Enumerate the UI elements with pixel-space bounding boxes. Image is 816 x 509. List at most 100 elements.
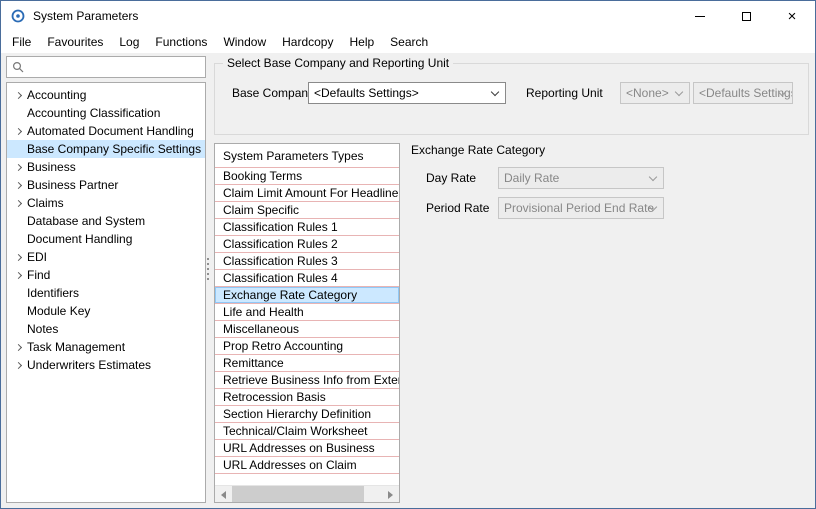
close-button[interactable]: × xyxy=(769,1,815,31)
expand-chevron-icon[interactable] xyxy=(10,273,27,278)
content-area: Accounting Accounting Classification Aut… xyxy=(1,53,815,508)
tree-item[interactable]: Database and System xyxy=(7,212,205,230)
list-header: System Parameters Types xyxy=(215,144,399,168)
menu-item[interactable]: File xyxy=(4,33,39,51)
tree-item[interactable]: Base Company Specific Settings xyxy=(7,140,205,158)
list-item-label: Life and Health xyxy=(223,305,304,319)
scroll-right-button[interactable] xyxy=(382,486,399,503)
list-item[interactable]: Retrieve Business Info from External xyxy=(215,372,399,389)
menubar: File Favourites Log Functions Window Har… xyxy=(1,31,815,53)
list-item[interactable]: Classification Rules 3 xyxy=(215,253,399,270)
tree-item[interactable]: Identifiers xyxy=(7,284,205,302)
base-company-label: Base Company xyxy=(232,82,314,104)
list-item[interactable]: Technical/Claim Worksheet xyxy=(215,423,399,440)
expand-chevron-icon[interactable] xyxy=(10,363,27,368)
menu-item[interactable]: Favourites xyxy=(39,33,111,51)
tree-item[interactable]: Business xyxy=(7,158,205,176)
expand-chevron-icon[interactable] xyxy=(10,291,27,296)
expand-chevron-icon[interactable] xyxy=(10,183,27,188)
tree-item[interactable]: Underwriters Estimates xyxy=(7,356,205,374)
menu-item[interactable]: Hardcopy xyxy=(274,33,341,51)
tree-item[interactable]: Accounting xyxy=(7,86,205,104)
base-company-groupbox: Select Base Company and Reporting Unit B… xyxy=(214,63,809,135)
list-item[interactable]: Life and Health xyxy=(215,304,399,321)
tree-item[interactable]: Claims xyxy=(7,194,205,212)
scrollbar-thumb[interactable] xyxy=(232,486,364,502)
app-window: System Parameters × File Favourites Log … xyxy=(0,0,816,509)
tree-item[interactable]: Task Management xyxy=(7,338,205,356)
expand-chevron-icon[interactable] xyxy=(10,237,27,242)
tree-item-label: Business xyxy=(27,160,76,174)
period-rate-dropdown: Provisional Period End Rate xyxy=(498,197,664,219)
tree-item[interactable]: Module Key xyxy=(7,302,205,320)
expand-chevron-icon[interactable] xyxy=(10,165,27,170)
day-rate-label: Day Rate xyxy=(426,167,476,189)
scroll-left-button[interactable] xyxy=(215,486,232,503)
menu-item[interactable]: Window xyxy=(215,33,274,51)
list-item-label: Remittance xyxy=(223,356,284,370)
splitter-handle[interactable] xyxy=(207,258,209,282)
period-rate-value: Provisional Period End Rate xyxy=(504,201,654,215)
reporting-unit-label: Reporting Unit xyxy=(526,82,603,104)
base-company-value: <Defaults Settings> xyxy=(314,86,419,100)
list-item[interactable]: Classification Rules 4 xyxy=(215,270,399,287)
expand-chevron-icon[interactable] xyxy=(10,327,27,332)
search-box[interactable] xyxy=(6,56,206,78)
menu-item[interactable]: Search xyxy=(382,33,436,51)
tree-item-label: EDI xyxy=(27,250,47,264)
menu-item[interactable]: Log xyxy=(111,33,147,51)
expand-chevron-icon[interactable] xyxy=(10,345,27,350)
expand-chevron-icon[interactable] xyxy=(10,219,27,224)
list-item[interactable]: URL Addresses on Business xyxy=(215,440,399,457)
maximize-button[interactable] xyxy=(723,1,769,31)
search-input[interactable] xyxy=(29,60,205,74)
reporting-unit-value: <None> xyxy=(626,86,669,100)
list-item[interactable]: Exchange Rate Category xyxy=(215,287,399,304)
scroll-right-icon xyxy=(388,491,393,499)
list-item-label: Section Hierarchy Definition xyxy=(223,407,371,421)
expand-chevron-icon[interactable] xyxy=(10,111,27,116)
minimize-icon xyxy=(695,16,705,17)
maximize-icon xyxy=(742,12,751,21)
list-item[interactable]: Claim Specific xyxy=(215,202,399,219)
tree-item[interactable]: EDI xyxy=(7,248,205,266)
menu-item[interactable]: Help xyxy=(341,33,382,51)
list-item-label: URL Addresses on Claim xyxy=(223,458,357,472)
base-company-dropdown[interactable]: <Defaults Settings> xyxy=(308,82,506,104)
list-item[interactable]: URL Addresses on Claim xyxy=(215,457,399,474)
tree-item-label: Task Management xyxy=(27,340,125,354)
app-icon xyxy=(10,8,26,24)
expand-chevron-icon[interactable] xyxy=(10,147,27,152)
horizontal-scrollbar[interactable] xyxy=(215,485,399,502)
list-item-label: Classification Rules 4 xyxy=(223,271,338,285)
scroll-left-icon xyxy=(221,491,226,499)
list-item[interactable]: Prop Retro Accounting xyxy=(215,338,399,355)
list-item[interactable]: Booking Terms xyxy=(215,168,399,185)
tree-item[interactable]: Accounting Classification xyxy=(7,104,205,122)
expand-chevron-icon[interactable] xyxy=(10,255,27,260)
tree-item-label: Identifiers xyxy=(27,286,79,300)
tree-item-label: Automated Document Handling xyxy=(27,124,194,138)
expand-chevron-icon[interactable] xyxy=(10,309,27,314)
list-item[interactable]: Retrocession Basis xyxy=(215,389,399,406)
list-item[interactable]: Remittance xyxy=(215,355,399,372)
expand-chevron-icon[interactable] xyxy=(10,129,27,134)
search-icon xyxy=(12,61,24,73)
tree-item[interactable]: Notes xyxy=(7,320,205,338)
tree-item-label: Module Key xyxy=(27,304,90,318)
expand-chevron-icon[interactable] xyxy=(10,201,27,206)
tree-item[interactable]: Document Handling xyxy=(7,230,205,248)
tree-item[interactable]: Find xyxy=(7,266,205,284)
list-item[interactable]: Claim Limit Amount For Headline Loss xyxy=(215,185,399,202)
list-item[interactable]: Classification Rules 2 xyxy=(215,236,399,253)
minimize-button[interactable] xyxy=(677,1,723,31)
list-item[interactable]: Classification Rules 1 xyxy=(215,219,399,236)
list-item-label: Retrocession Basis xyxy=(223,390,326,404)
tree-item[interactable]: Automated Document Handling xyxy=(7,122,205,140)
list-item[interactable]: Section Hierarchy Definition xyxy=(215,406,399,423)
tree-item[interactable]: Business Partner xyxy=(7,176,205,194)
tree-item-label: Accounting xyxy=(27,88,86,102)
menu-item[interactable]: Functions xyxy=(147,33,215,51)
list-item[interactable]: Miscellaneous xyxy=(215,321,399,338)
expand-chevron-icon[interactable] xyxy=(10,93,27,98)
